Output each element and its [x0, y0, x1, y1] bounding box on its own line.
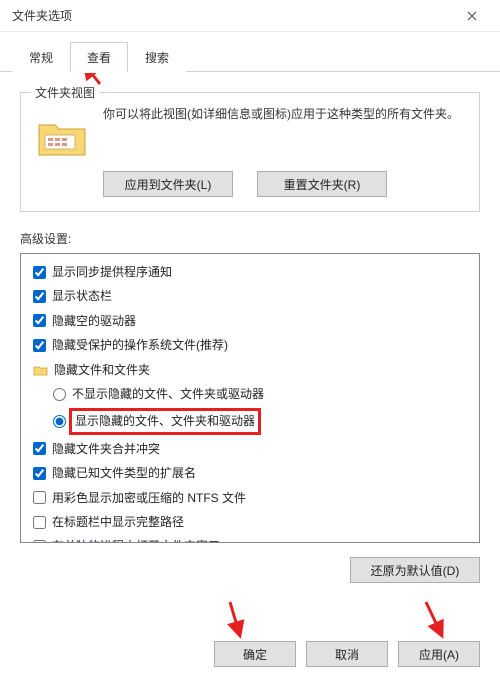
reset-folders-button[interactable]: 重置文件夹(R)	[257, 171, 387, 197]
checkbox[interactable]	[33, 491, 46, 504]
checkbox[interactable]	[33, 290, 46, 303]
dialog-footer: 确定 取消 应用(A)	[214, 641, 480, 667]
annotation-arrow-apply	[420, 600, 450, 643]
titlebar: 文件夹选项	[0, 0, 500, 32]
cancel-button[interactable]: 取消	[306, 641, 388, 667]
tab-view[interactable]: 查看	[70, 42, 128, 72]
radio[interactable]	[53, 388, 66, 401]
window-title: 文件夹选项	[12, 7, 452, 24]
opt-merge-conflict[interactable]: 隐藏文件夹合并冲突	[25, 437, 475, 461]
annotation-arrow-ok	[222, 600, 248, 643]
advanced-settings-label: 高级设置:	[20, 230, 480, 247]
folder-view-group: 文件夹视图 你可以将此视图(如详细信息或图标)应用于这种类型的所有文件夹。 应用…	[20, 92, 480, 212]
close-icon	[467, 11, 477, 21]
folder-preview-icon	[35, 111, 91, 161]
opt-separate-process[interactable]: 在单独的进程中打开文件夹窗口	[25, 534, 475, 543]
apply-to-folders-button[interactable]: 应用到文件夹(L)	[103, 171, 233, 197]
opt-hide-empty-drives[interactable]: 隐藏空的驱动器	[25, 309, 475, 333]
ok-button[interactable]: 确定	[214, 641, 296, 667]
folder-view-legend: 文件夹视图	[31, 84, 99, 101]
advanced-settings-tree[interactable]: 显示同步提供程序通知 显示状态栏 隐藏空的驱动器 隐藏受保护的操作系统文件(推荐…	[20, 253, 480, 543]
tab-general[interactable]: 常规	[12, 42, 70, 72]
apply-button[interactable]: 应用(A)	[398, 641, 480, 667]
checkbox[interactable]	[33, 314, 46, 327]
checkbox[interactable]	[33, 442, 46, 455]
opt-full-path[interactable]: 在标题栏中显示完整路径	[25, 510, 475, 534]
folder-icon	[33, 364, 48, 376]
checkbox[interactable]	[33, 339, 46, 352]
checkbox[interactable]	[33, 540, 46, 543]
radio[interactable]	[53, 415, 66, 428]
tab-panel-view: 文件夹视图 你可以将此视图(如详细信息或图标)应用于这种类型的所有文件夹。 应用…	[0, 72, 500, 589]
tab-search[interactable]: 搜索	[128, 42, 186, 72]
tabstrip: 常规 查看 搜索	[0, 32, 500, 72]
checkbox[interactable]	[33, 516, 46, 529]
opt-dont-show-hidden[interactable]: 不显示隐藏的文件、文件夹或驱动器	[25, 382, 475, 406]
close-button[interactable]	[452, 2, 492, 30]
opt-hide-protected[interactable]: 隐藏受保护的操作系统文件(推荐)	[25, 333, 475, 357]
opt-ntfs-color[interactable]: 用彩色显示加密或压缩的 NTFS 文件	[25, 486, 475, 510]
group-hidden-files: 隐藏文件和文件夹	[25, 358, 475, 382]
opt-show-hidden[interactable]: 显示隐藏的文件、文件夹和驱动器	[25, 406, 475, 436]
opt-sync-notify[interactable]: 显示同步提供程序通知	[25, 260, 475, 284]
checkbox[interactable]	[33, 467, 46, 480]
opt-hide-extensions[interactable]: 隐藏已知文件类型的扩展名	[25, 461, 475, 485]
restore-defaults-button[interactable]: 还原为默认值(D)	[350, 557, 480, 583]
checkbox[interactable]	[33, 266, 46, 279]
opt-status-bar[interactable]: 显示状态栏	[25, 284, 475, 308]
folder-view-description: 你可以将此视图(如详细信息或图标)应用于这种类型的所有文件夹。	[103, 105, 465, 124]
